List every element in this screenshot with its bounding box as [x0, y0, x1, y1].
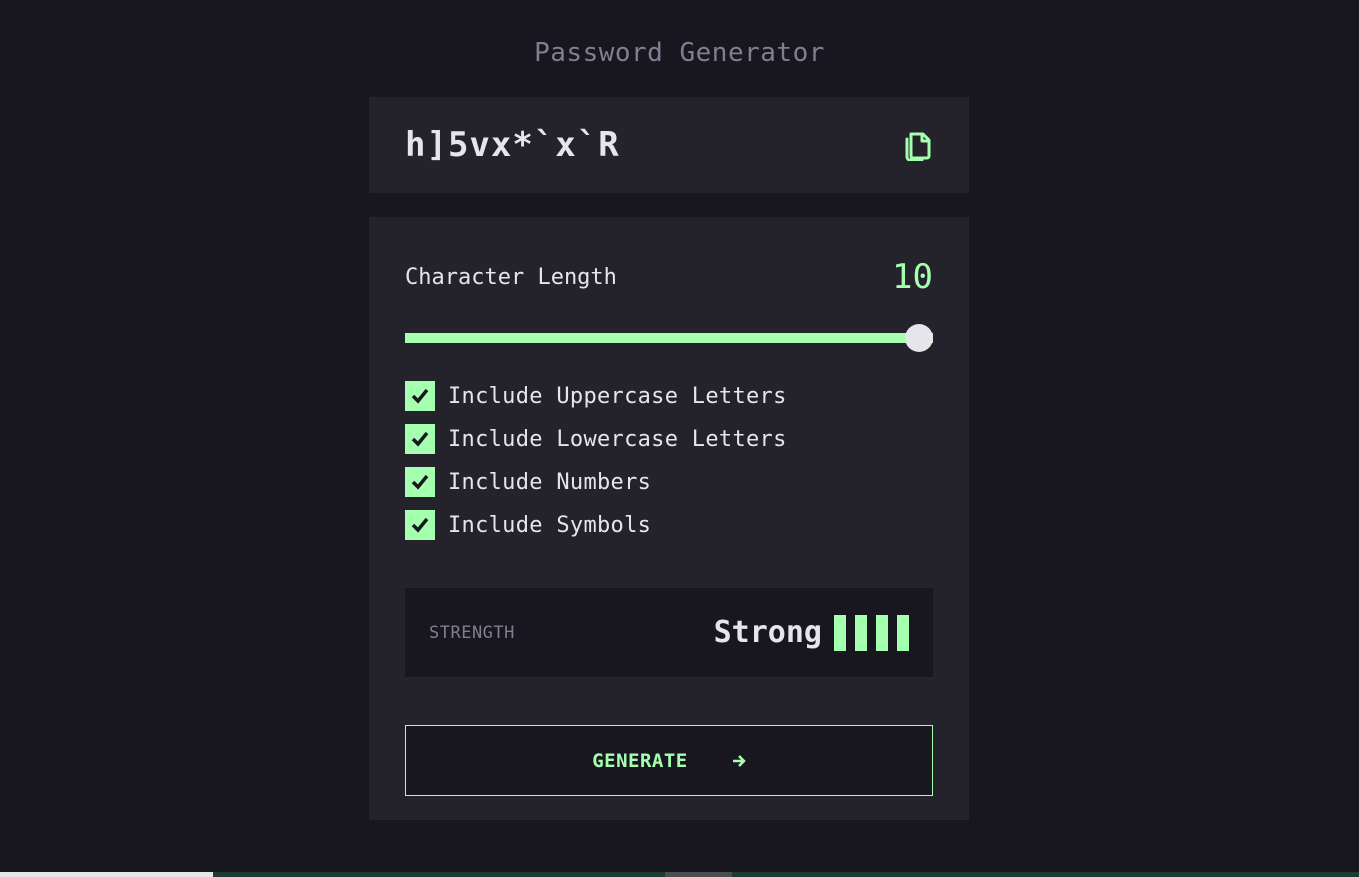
- app-title: Password Generator: [534, 38, 825, 68]
- generate-label: GENERATE: [592, 749, 688, 772]
- generate-button[interactable]: GENERATE: [405, 725, 933, 796]
- length-value: 10: [892, 257, 933, 297]
- option-label: Include Uppercase Letters: [448, 383, 787, 409]
- strength-label: STRENGTH: [429, 622, 515, 643]
- check-icon: [411, 388, 429, 404]
- option-lowercase[interactable]: Include Lowercase Letters: [405, 424, 787, 454]
- taskbar-segment: [0, 872, 213, 877]
- taskbar-segment: [665, 872, 732, 877]
- check-icon: [411, 431, 429, 447]
- strength-bars: [834, 614, 909, 651]
- option-label: Include Numbers: [448, 469, 652, 495]
- length-slider[interactable]: [405, 324, 933, 352]
- strength-indicator: Strong: [713, 614, 909, 651]
- options-list: Include Uppercase Letters Include Lowerc…: [405, 381, 787, 553]
- check-icon: [411, 474, 429, 490]
- arrow-right-icon: [732, 754, 746, 767]
- password-display: h]5vx*`x`R: [369, 97, 969, 193]
- option-label: Include Symbols: [448, 512, 652, 538]
- strength-meter: STRENGTH Strong: [405, 588, 933, 677]
- copy-button[interactable]: [903, 129, 933, 161]
- check-icon: [411, 517, 429, 533]
- slider-thumb[interactable]: [905, 324, 933, 352]
- option-label: Include Lowercase Letters: [448, 426, 787, 452]
- length-row: Character Length 10: [405, 257, 933, 297]
- strength-bar: [834, 614, 846, 651]
- length-label: Character Length: [405, 264, 617, 290]
- strength-bar: [855, 614, 867, 651]
- strength-bar: [876, 614, 888, 651]
- copy-icon: [905, 132, 931, 161]
- option-symbols[interactable]: Include Symbols: [405, 510, 787, 540]
- password-text: h]5vx*`x`R: [405, 125, 620, 165]
- strength-bar: [897, 614, 909, 651]
- checkbox-symbols[interactable]: [405, 510, 435, 540]
- checkbox-lowercase[interactable]: [405, 424, 435, 454]
- checkbox-numbers[interactable]: [405, 467, 435, 497]
- option-uppercase[interactable]: Include Uppercase Letters: [405, 381, 787, 411]
- checkbox-uppercase[interactable]: [405, 381, 435, 411]
- strength-value: Strong: [713, 615, 822, 650]
- settings-panel: Character Length 10 Include Uppercase Le…: [369, 217, 969, 820]
- slider-fill: [405, 333, 933, 343]
- option-numbers[interactable]: Include Numbers: [405, 467, 787, 497]
